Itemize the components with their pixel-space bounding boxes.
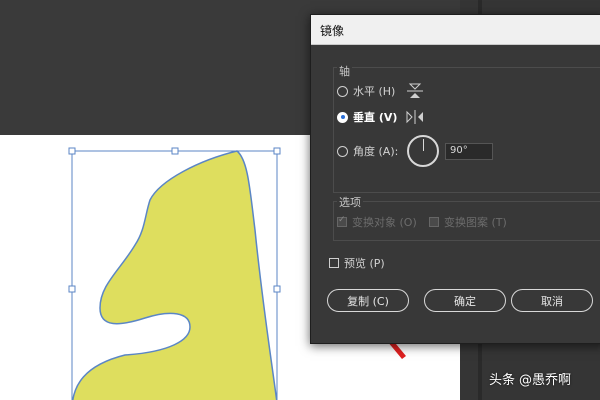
transform-patterns-label: 变换图案 (T) — [444, 216, 507, 229]
radio-angle-circle[interactable] — [337, 145, 348, 157]
watermark: 头条 @愚乔啊 — [489, 369, 575, 388]
radio-angle[interactable]: 角度 (A): — [337, 143, 398, 159]
dialog-title: 镜像 — [320, 24, 345, 38]
transform-patterns-checkbox — [429, 217, 439, 227]
preview-option[interactable]: 预览 (P) — [329, 255, 385, 271]
angle-input[interactable]: 90° — [445, 143, 493, 160]
transform-objects-label: 变换对象 (O) — [352, 216, 417, 229]
selection-handle-tr[interactable] — [273, 147, 281, 155]
dialog-title-bar[interactable]: 镜像 — [311, 15, 600, 45]
preview-checkbox[interactable] — [329, 258, 339, 268]
radio-angle-label: 角度 (A): — [353, 145, 399, 158]
options-group-label: 选项 — [337, 194, 363, 210]
ok-button[interactable]: 确定 — [424, 289, 506, 312]
angle-dial[interactable] — [407, 135, 439, 167]
radio-vertical-circle[interactable] — [337, 111, 348, 123]
option-transform-objects: 变换对象 (O) — [337, 214, 417, 230]
option-transform-patterns: 变换图案 (T) — [429, 214, 507, 230]
reflect-dialog: 镜像 轴 水平 (H) 垂直 (V) 角度 (A): 90° 选项 变换对象 (… — [310, 14, 600, 344]
horizontal-axis-icon — [407, 83, 423, 98]
radio-horizontal[interactable]: 水平 (H) — [337, 83, 395, 99]
selection-handle-tm[interactable] — [171, 147, 179, 155]
watermark-brand: 头条 — [489, 373, 516, 388]
selection-handle-mr[interactable] — [273, 285, 281, 293]
radio-horizontal-circle[interactable] — [337, 85, 348, 97]
radio-vertical-label: 垂直 (V) — [353, 111, 398, 124]
preview-label: 预览 (P) — [344, 257, 385, 270]
watermark-author: @愚乔啊 — [519, 373, 572, 388]
transform-objects-checkbox — [337, 215, 347, 227]
selection-handle-tl[interactable] — [68, 147, 76, 155]
vertical-axis-icon — [406, 110, 423, 124]
copy-button[interactable]: 复制 (C) — [327, 289, 409, 312]
yellow-shape[interactable] — [72, 150, 278, 400]
radio-horizontal-label: 水平 (H) — [353, 85, 396, 98]
radio-vertical[interactable]: 垂直 (V) — [337, 109, 397, 125]
axis-group-label: 轴 — [337, 63, 352, 79]
cancel-button[interactable]: 取消 — [511, 289, 593, 312]
selection-handle-ml[interactable] — [68, 285, 76, 293]
